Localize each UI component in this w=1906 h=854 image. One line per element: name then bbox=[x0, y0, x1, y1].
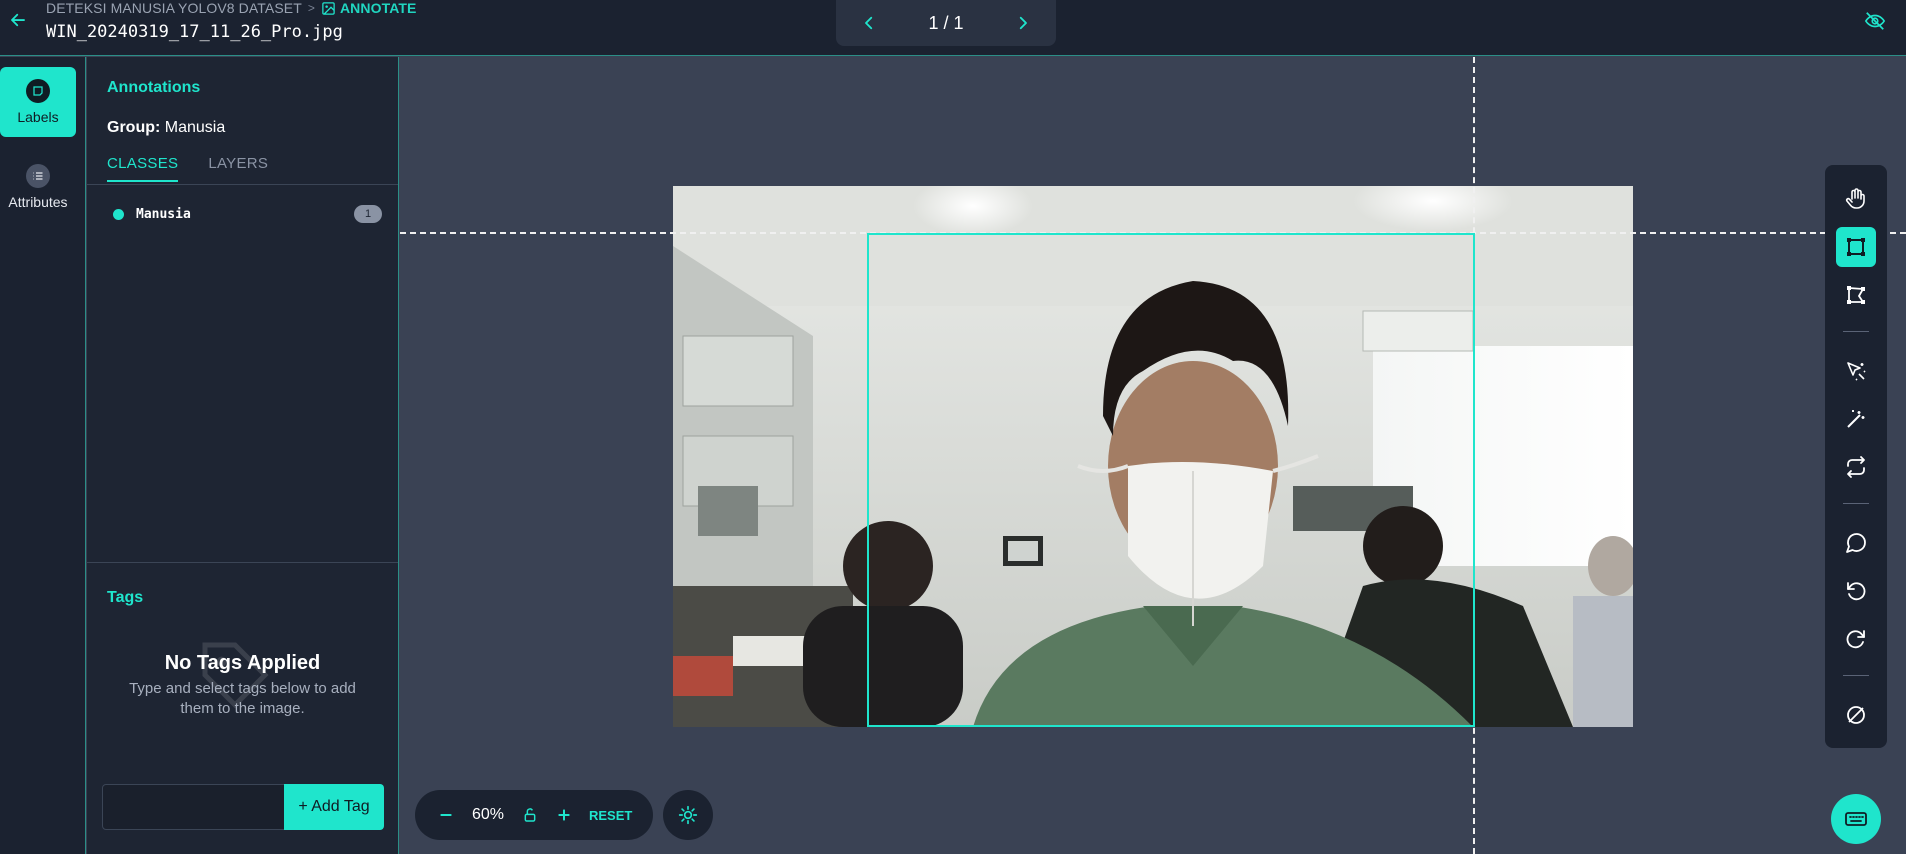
toggle-visibility-button[interactable] bbox=[1864, 10, 1888, 34]
list-icon bbox=[26, 164, 50, 188]
nav-labels[interactable]: Labels bbox=[0, 67, 76, 137]
redo-icon bbox=[1846, 630, 1865, 649]
tools-toolbar bbox=[1825, 165, 1887, 748]
nav-labels-text: Labels bbox=[17, 109, 59, 125]
left-nav: Labels Attributes bbox=[0, 57, 86, 854]
hide-annotations-button[interactable] bbox=[1836, 695, 1876, 735]
class-row-manusia[interactable]: Manusia 1 bbox=[107, 203, 382, 225]
breadcrumb-annotate: ANNOTATE bbox=[321, 0, 417, 16]
breadcrumb-separator: > bbox=[307, 1, 315, 15]
sun-icon bbox=[678, 805, 698, 825]
annotate-icon bbox=[322, 1, 335, 15]
tag-input[interactable] bbox=[102, 784, 286, 830]
top-bar: DETEKSI MANUSIA YOLOV8 DATASET > ANNOTAT… bbox=[0, 0, 1906, 56]
tab-classes[interactable]: CLASSES bbox=[107, 155, 179, 182]
page-count: 1 / 1 bbox=[928, 12, 964, 33]
nav-attributes-text: Attributes bbox=[8, 194, 68, 210]
group-label: Group: bbox=[107, 119, 161, 136]
bounding-box-annotation[interactable] bbox=[867, 233, 1475, 727]
prev-image-button[interactable] bbox=[858, 12, 880, 34]
polygon-tool-button[interactable] bbox=[1836, 275, 1876, 315]
keyboard-shortcuts-button[interactable] bbox=[1831, 794, 1881, 844]
unlock-icon bbox=[524, 808, 536, 822]
bounding-box-tool-button[interactable] bbox=[1836, 227, 1876, 267]
chevron-right-icon bbox=[1019, 16, 1027, 30]
class-color-dot bbox=[113, 208, 124, 220]
repeat-tool-button[interactable] bbox=[1836, 447, 1876, 487]
zoom-out-button[interactable] bbox=[429, 798, 463, 832]
tags-title: Tags bbox=[107, 589, 144, 606]
zoom-controls: 60% RESET bbox=[415, 790, 653, 840]
annotation-canvas[interactable] bbox=[400, 57, 1906, 854]
tabs-divider bbox=[87, 184, 398, 185]
nav-attributes[interactable]: Attributes bbox=[0, 152, 76, 222]
no-tags-description: Type and select tags below to add them t… bbox=[129, 680, 356, 717]
plus-icon bbox=[558, 809, 570, 821]
add-tag-button[interactable]: + Add Tag bbox=[284, 784, 384, 830]
toolbar-separator bbox=[1843, 331, 1869, 332]
polygon-icon bbox=[1847, 286, 1865, 304]
smart-select-tool-button[interactable] bbox=[1836, 351, 1876, 391]
hand-icon bbox=[1845, 188, 1865, 209]
magic-wand-tool-button[interactable] bbox=[1836, 399, 1876, 439]
group-value: Manusia bbox=[164, 119, 226, 136]
toolbar-separator bbox=[1843, 675, 1869, 676]
next-image-button[interactable] bbox=[1012, 12, 1034, 34]
pan-tool-button[interactable] bbox=[1836, 179, 1876, 219]
magic-wand-icon bbox=[1847, 410, 1865, 428]
panel-tabs: CLASSES LAYERS bbox=[107, 155, 268, 182]
keyboard-icon bbox=[1845, 812, 1867, 826]
comment-tool-button[interactable] bbox=[1836, 523, 1876, 563]
undo-icon bbox=[1847, 582, 1866, 601]
breadcrumb-dataset[interactable]: DETEKSI MANUSIA YOLOV8 DATASET bbox=[46, 0, 302, 16]
bounding-box-icon bbox=[1847, 238, 1865, 256]
hide-annotations-icon bbox=[1847, 706, 1865, 724]
file-name: WIN_20240319_17_11_26_Pro.jpg bbox=[46, 22, 343, 42]
group-info: Group: Manusia bbox=[107, 119, 225, 137]
toolbar-separator bbox=[1843, 503, 1869, 504]
zoom-lock-button[interactable] bbox=[513, 798, 547, 832]
labels-icon bbox=[26, 79, 50, 103]
breadcrumb: DETEKSI MANUSIA YOLOV8 DATASET > ANNOTAT… bbox=[46, 0, 416, 16]
zoom-level: 60% bbox=[471, 806, 505, 823]
tab-layers[interactable]: LAYERS bbox=[208, 155, 268, 182]
no-tags-title: No Tags Applied bbox=[164, 652, 321, 674]
comment-icon bbox=[1846, 533, 1866, 553]
minus-icon bbox=[440, 814, 452, 816]
brightness-button[interactable] bbox=[663, 790, 713, 840]
reset-zoom-button[interactable]: RESET bbox=[589, 808, 632, 823]
undo-button[interactable] bbox=[1836, 571, 1876, 611]
arrow-left-icon bbox=[11, 13, 25, 27]
image-pager: 1 / 1 bbox=[836, 0, 1056, 46]
panel-title: Annotations bbox=[107, 79, 201, 96]
class-count-badge: 1 bbox=[354, 205, 382, 223]
eye-off-icon bbox=[1864, 12, 1886, 30]
repeat-icon bbox=[1847, 456, 1865, 478]
annotations-panel: Annotations Group: Manusia CLASSES LAYER… bbox=[87, 57, 399, 854]
class-name: Manusia bbox=[136, 206, 191, 222]
breadcrumb-annotate-label: ANNOTATE bbox=[339, 0, 417, 16]
back-button[interactable] bbox=[6, 8, 30, 32]
panel-divider bbox=[87, 562, 398, 563]
smart-select-icon bbox=[1847, 362, 1866, 381]
redo-button[interactable] bbox=[1836, 619, 1876, 659]
zoom-in-button[interactable] bbox=[547, 798, 581, 832]
chevron-left-icon bbox=[865, 16, 873, 30]
